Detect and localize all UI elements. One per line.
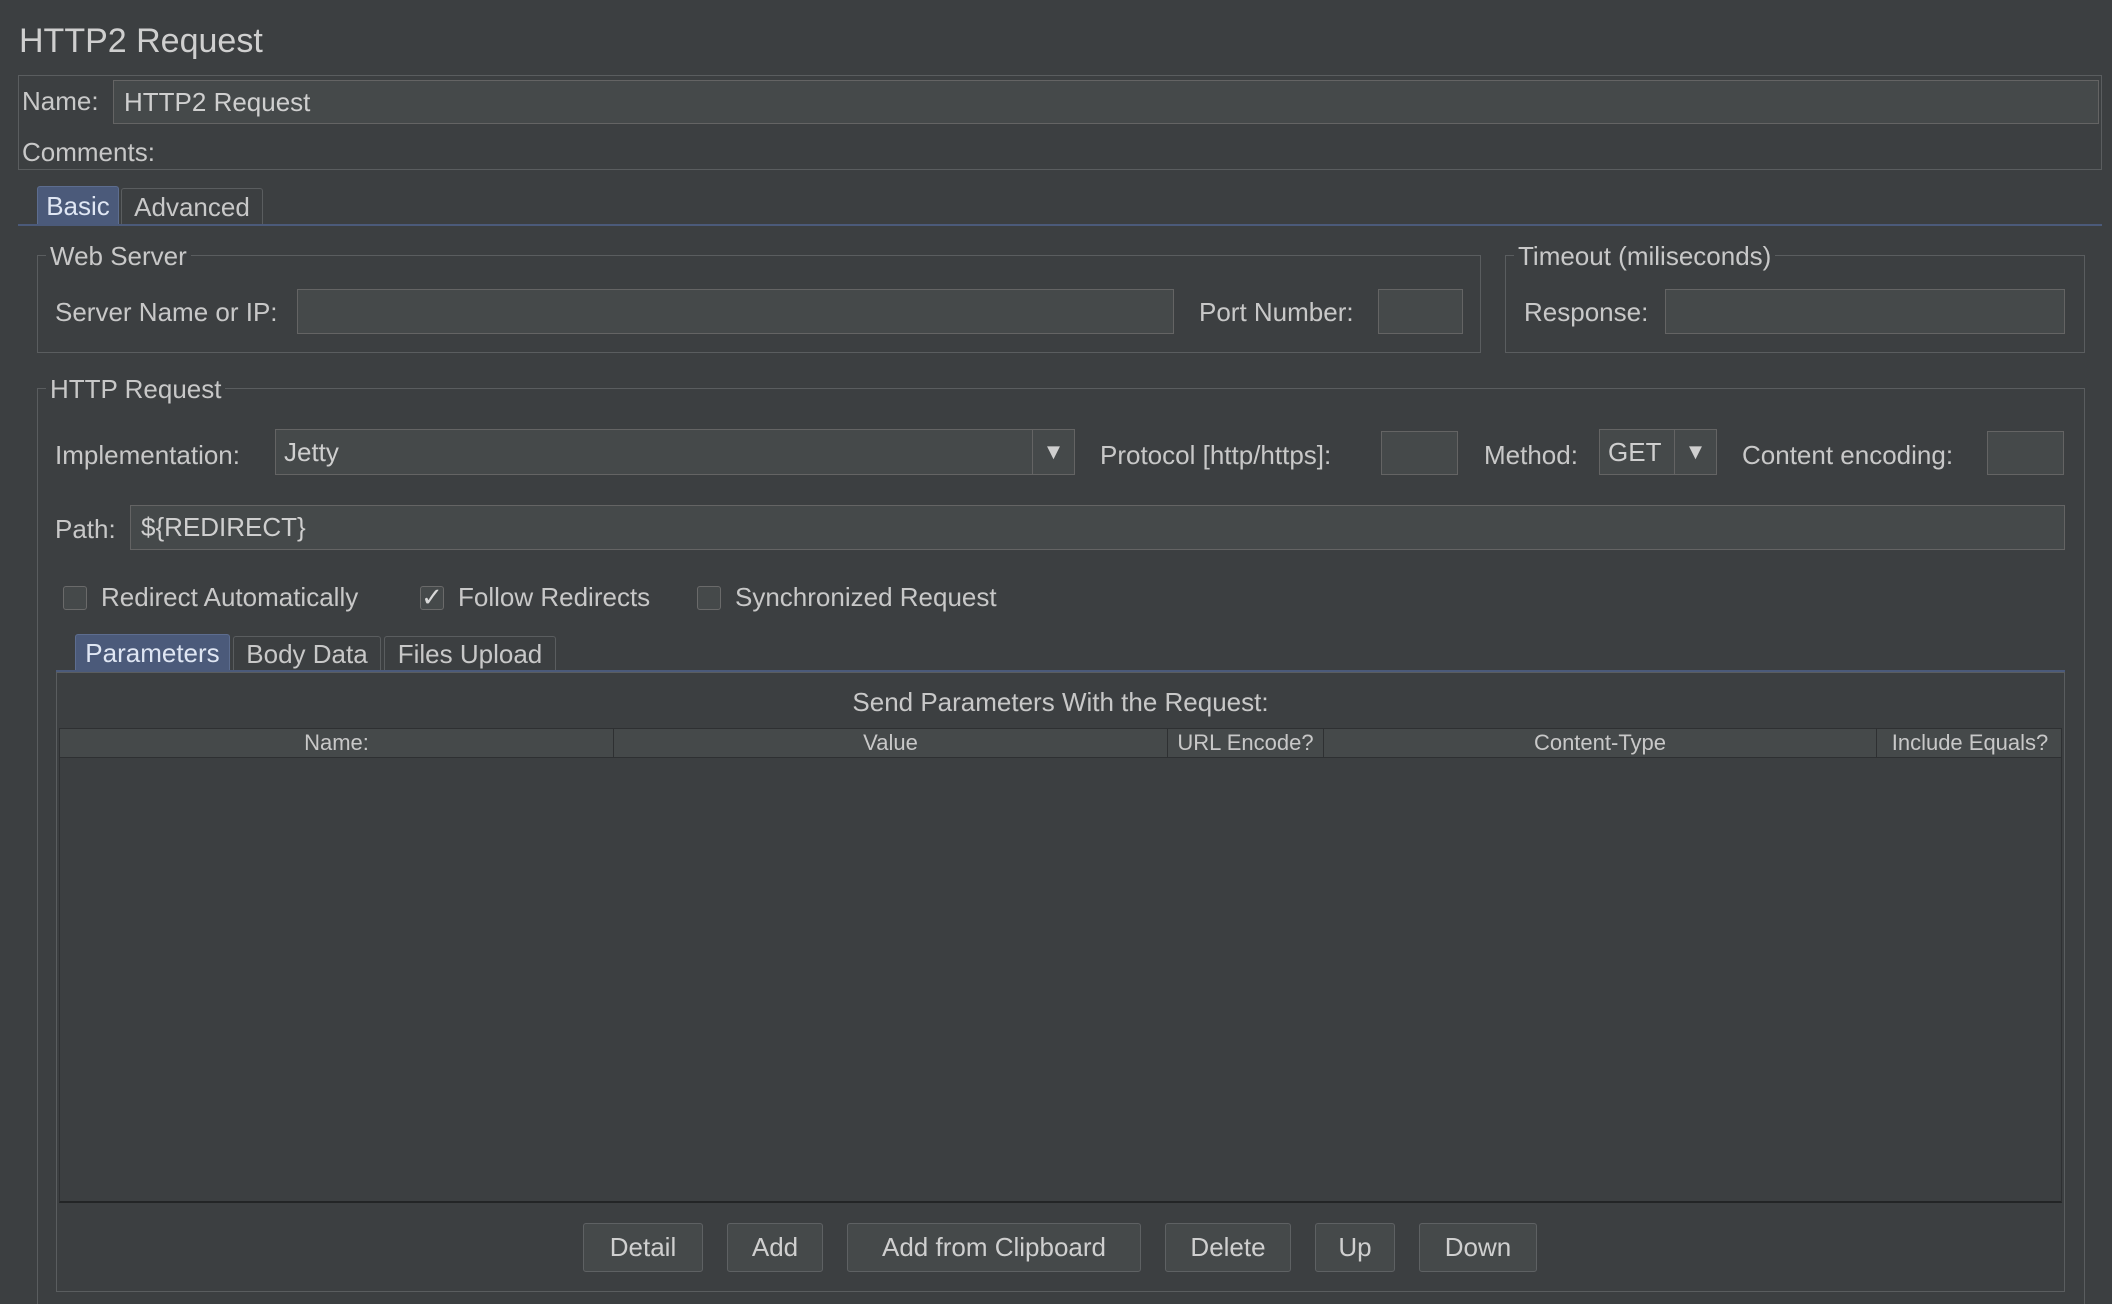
add-button[interactable]: Add	[727, 1223, 823, 1272]
up-button[interactable]: Up	[1315, 1223, 1395, 1272]
column-header-include-equals[interactable]: Include Equals?	[1877, 729, 2063, 757]
column-header-content-type[interactable]: Content-Type	[1324, 729, 1877, 757]
comments-label: Comments:	[22, 137, 155, 167]
tab-files-upload[interactable]: Files Upload	[384, 636, 556, 672]
detail-button[interactable]: Detail	[583, 1223, 703, 1272]
name-field-value: HTTP2 Request	[124, 86, 311, 117]
name-field[interactable]: HTTP2 Request	[113, 80, 2099, 124]
column-header-value[interactable]: Value	[614, 729, 1168, 757]
path-input[interactable]: ${REDIRECT}	[130, 505, 2065, 550]
follow-redirects-label: Follow Redirects	[458, 582, 651, 612]
timeout-legend: Timeout (miliseconds)	[1514, 241, 1776, 272]
port-number-label: Port Number:	[1199, 297, 1354, 327]
parameters-heading: Send Parameters With the Request:	[852, 687, 1269, 717]
follow-redirects-checkbox[interactable]: ✓ Follow Redirects	[420, 582, 650, 613]
protocol-input[interactable]	[1381, 431, 1458, 475]
chevron-down-icon[interactable]: ▼	[1674, 430, 1716, 474]
content-encoding-label: Content encoding:	[1742, 440, 1954, 470]
web-server-legend: Web Server	[46, 241, 191, 272]
implementation-value: Jetty	[284, 436, 339, 467]
server-name-label: Server Name or IP:	[55, 297, 278, 327]
redirect-automatically-label: Redirect Automatically	[101, 582, 359, 612]
tab-advanced-label: Advanced	[134, 192, 250, 222]
server-name-input[interactable]	[297, 289, 1174, 334]
redirect-automatically-checkbox[interactable]: Redirect Automatically	[63, 582, 358, 613]
response-timeout-input[interactable]	[1665, 289, 2065, 334]
implementation-label: Implementation:	[55, 440, 240, 470]
down-button[interactable]: Down	[1419, 1223, 1537, 1272]
delete-button[interactable]: Delete	[1165, 1223, 1291, 1272]
page-title: HTTP2 Request	[19, 22, 263, 60]
checkbox-box[interactable]	[63, 585, 87, 610]
path-label: Path:	[55, 514, 116, 544]
column-header-name[interactable]: Name:	[60, 729, 614, 757]
parameters-table-body[interactable]	[59, 758, 2062, 1203]
synchronized-request-checkbox[interactable]: Synchronized Request	[697, 582, 997, 613]
parameters-table-header: Name: Value URL Encode? Content-Type Inc…	[59, 728, 2062, 758]
add-from-clipboard-button[interactable]: Add from Clipboard	[847, 1223, 1141, 1272]
synchronized-request-label: Synchronized Request	[735, 582, 997, 612]
tab-parameters-label: Parameters	[85, 638, 220, 668]
checkmark-icon[interactable]: ✓	[420, 582, 444, 612]
implementation-select[interactable]: Jetty ▼	[275, 429, 1075, 475]
http-request-legend: HTTP Request	[46, 374, 226, 405]
path-value: ${REDIRECT}	[141, 512, 306, 542]
tab-parameters[interactable]: Parameters	[75, 634, 230, 672]
checkbox-box[interactable]	[697, 585, 721, 610]
content-encoding-input[interactable]	[1987, 431, 2064, 475]
protocol-label: Protocol [http/https]:	[1100, 440, 1332, 470]
tab-body-data-label: Body Data	[246, 639, 368, 669]
column-header-url-encode[interactable]: URL Encode?	[1168, 729, 1324, 757]
tab-separator	[18, 224, 2102, 226]
tab-body-data[interactable]: Body Data	[233, 636, 381, 672]
response-label: Response:	[1524, 297, 1649, 327]
tab-advanced[interactable]: Advanced	[121, 188, 263, 226]
chevron-down-icon[interactable]: ▼	[1032, 430, 1074, 474]
name-label: Name:	[22, 86, 99, 116]
method-label: Method:	[1484, 440, 1578, 470]
port-number-input[interactable]	[1378, 289, 1463, 334]
method-value: GET	[1608, 436, 1662, 467]
tab-basic[interactable]: Basic	[37, 186, 119, 226]
tab-files-upload-label: Files Upload	[397, 639, 543, 669]
method-select[interactable]: GET ▼	[1599, 429, 1717, 475]
tab-basic-label: Basic	[46, 191, 110, 221]
